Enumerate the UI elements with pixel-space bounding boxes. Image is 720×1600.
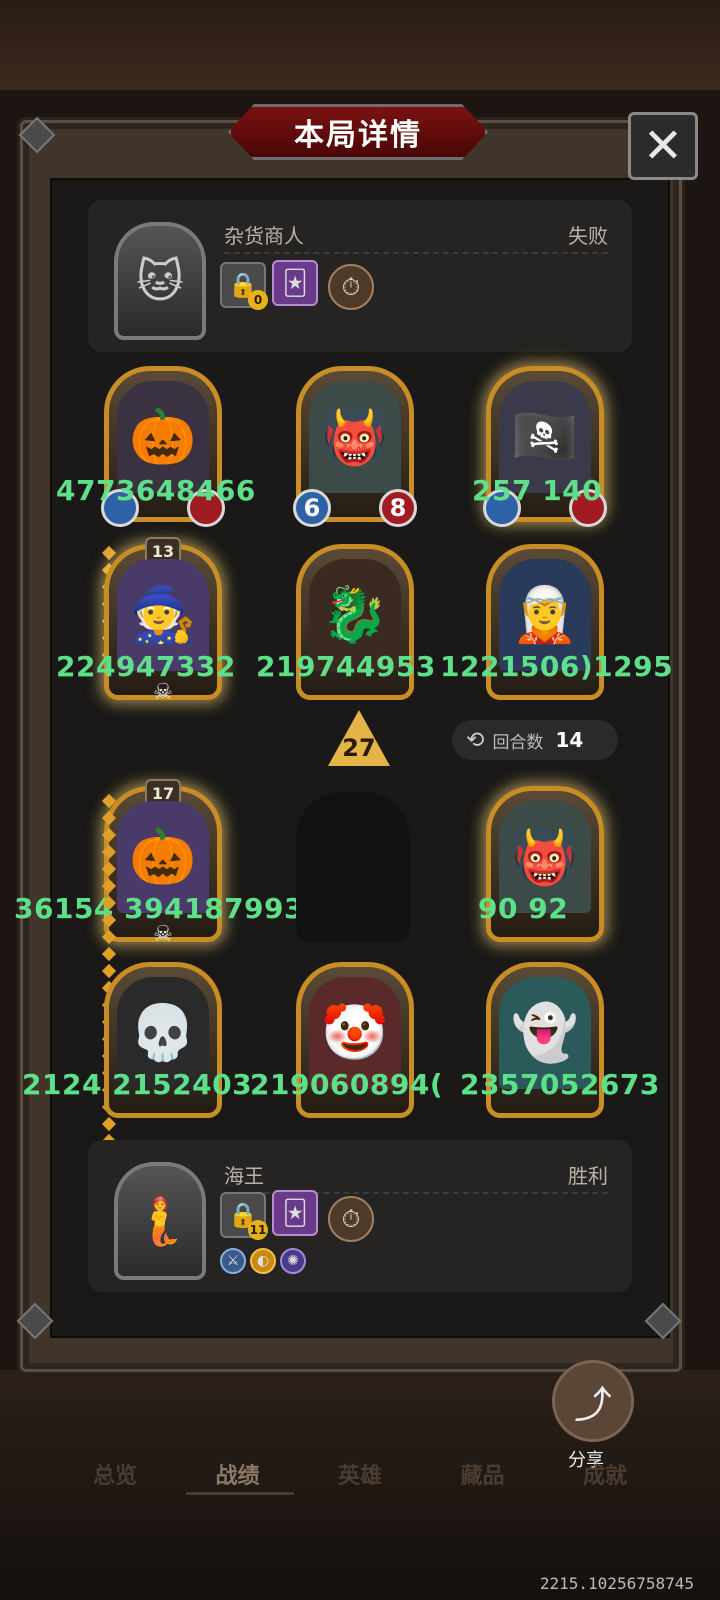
active-tab-underline [186,1492,294,1495]
tab-achievements[interactable]: 成就 [570,1458,640,1490]
close-button[interactable]: ✕ [628,112,698,180]
spirit-icon[interactable]: ✺ [280,1248,306,1274]
dialog-title: 本局详情 [294,118,422,153]
team-card-icon[interactable]: 🃏 [272,260,318,306]
opponent-unit-3-stats: 257 140 [472,474,603,507]
tab-records[interactable]: 战绩 [203,1458,273,1490]
coin-icon[interactable]: ◐ [250,1248,276,1274]
bottom-nav: 总览 战绩 英雄 藏品 成就 [80,1458,640,1490]
opponent-unit-6-stats: 1221506)1295 [440,650,674,683]
team-card-icon[interactable]: 🃏 [272,1190,318,1236]
health-orb: 8 [379,489,417,527]
round-label: 回合数 [492,732,544,753]
merman-icon[interactable]: 🧜 [114,1162,206,1280]
player-unit-4-stats: 219060894( [250,1068,444,1101]
opponent-name: 杂货商人 [224,224,304,248]
tavern-tier: 27 [342,734,376,762]
empty-unit-slot[interactable] [296,792,410,942]
skull-icon: ☠ [153,680,173,705]
share-button[interactable]: ⤴ [552,1360,634,1442]
attack-orb: 6 [293,489,331,527]
round-counter: ⟲ 回合数 14 [452,720,618,760]
refresh-icon: ⟲ [466,727,485,753]
sword-icon[interactable]: ⚔ [220,1248,246,1274]
background-top [0,0,720,90]
demon-icon: 👹 [309,381,401,493]
player-panel: 🧜 海王 胜利 🔒 11 🃏 ⏱ ⚔ ◐ ✺ [88,1140,632,1292]
gear-badge: 0 [248,290,268,310]
opponent-unit-4-stats: 224947332 [56,650,236,683]
tab-heroes[interactable]: 英雄 [325,1458,395,1490]
player-unit-3-stats: 2124 2152403 [22,1068,253,1101]
tab-collection[interactable]: 藏品 [448,1458,518,1490]
pocket-watch-icon[interactable]: ⏱ [328,1196,374,1242]
dialog-title-plate: 本局详情 [228,104,488,160]
opponent-result: 失败 [568,224,608,248]
tab-overview[interactable]: 总览 [80,1458,150,1490]
device-id: 2215.10256758745 [539,1574,694,1593]
player-unit-2-stats: 90 92 [478,892,569,925]
cat-icon[interactable]: 🐱 [114,222,206,340]
lock-icon[interactable]: 🔒 0 [220,262,268,310]
player-unit-5-stats: 2357052673 [460,1068,660,1101]
pocket-watch-icon[interactable]: ⏱ [328,264,374,310]
skull-icon: ☠ [153,922,173,947]
share-icon: ⤴ [573,1382,612,1427]
player-name: 海王 [224,1164,264,1188]
lock-icon[interactable]: 🔒 11 [220,1192,268,1240]
opponent-unit-2[interactable]: 👹 6 8 [293,366,417,527]
gear-badge: 11 [248,1220,268,1240]
player-unit-1-stats: 36154 3941879936 [14,892,324,925]
close-icon: ✕ [642,118,684,174]
tavern-tier-badge: 27 [328,708,390,768]
player-result: 胜利 [568,1164,608,1188]
opponent-divider [224,252,608,254]
round-count: 14 [555,728,584,752]
opponent-panel: 🐱 杂货商人 失败 🔒 0 🃏 ⏱ [88,200,632,352]
opponent-unit-5-stats: 219744953 [256,650,436,683]
opponent-unit-1-stats: 4773648466 [56,474,256,507]
